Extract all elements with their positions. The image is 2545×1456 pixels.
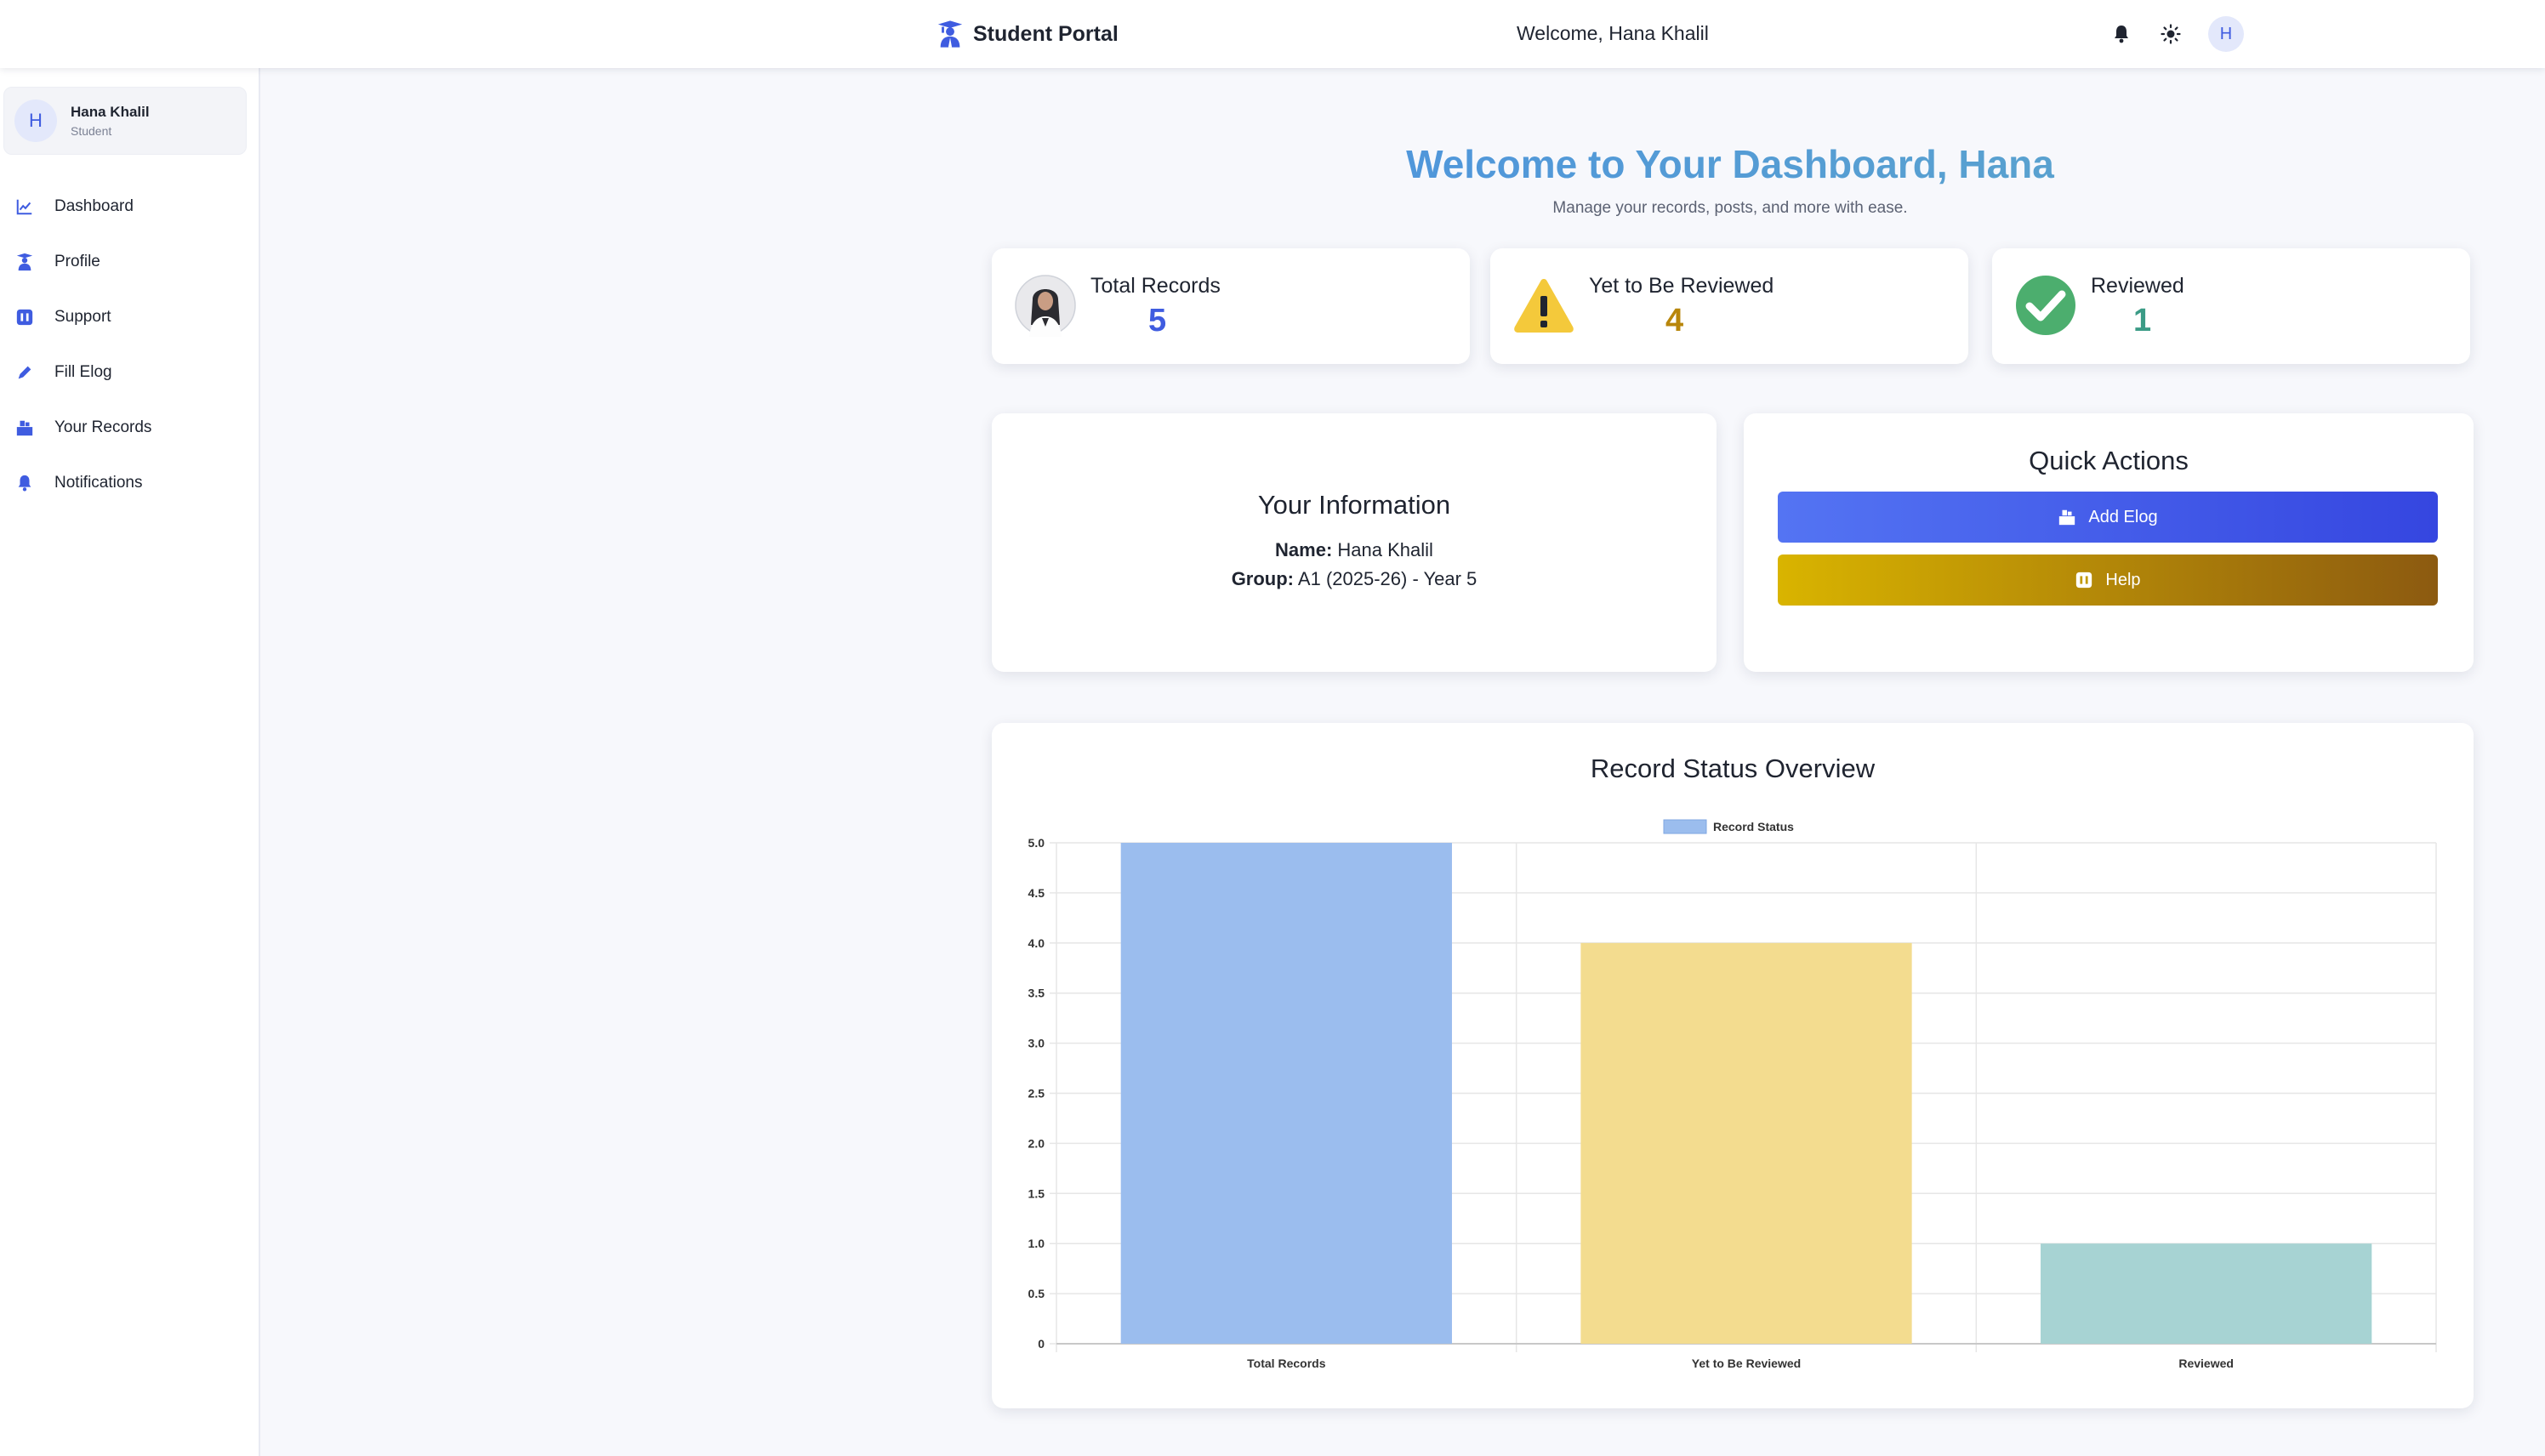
y-tick-label: 2.0 (1028, 1136, 1045, 1150)
chart-bar (1120, 843, 1452, 1344)
x-tick-label: Reviewed (2178, 1356, 2234, 1370)
support-icon (15, 308, 34, 327)
page-title: Welcome to Your Dashboard, Hana (987, 141, 2474, 187)
y-tick-label: 4.0 (1028, 936, 1045, 950)
sidebar: H Hana Khalil Student Dashboard Profile … (0, 68, 260, 1456)
sidebar-item-label: Profile (54, 252, 100, 270)
page-subtitle: Manage your records, posts, and more wit… (1552, 199, 1908, 217)
info-name-line: Name: Hana Khalil (992, 539, 1717, 561)
sidebar-item-label: Fill Elog (54, 362, 112, 381)
top-actions: H (2109, 15, 2244, 53)
sidebar-item-support[interactable]: Support (0, 289, 260, 344)
sidebar-item-notifications[interactable]: Notifications (0, 455, 260, 510)
stat-card-yet-to-be-reviewed: Yet to Be Reviewed 4 (1490, 248, 1968, 364)
name-value: Hana Khalil (1337, 539, 1433, 560)
y-tick-label: 1.5 (1028, 1186, 1045, 1200)
bell-icon (15, 474, 34, 492)
help-label: Help (2105, 570, 2141, 589)
pencil-icon (15, 363, 34, 382)
sidebar-item-your-records[interactable]: Your Records (0, 400, 260, 455)
y-tick-label: 0 (1038, 1337, 1045, 1351)
stat-label: Reviewed (2091, 274, 2184, 298)
welcome-text: Welcome, Hana Khalil (1517, 22, 1709, 44)
legend-label: Record Status (1713, 820, 1794, 833)
graduate-icon (937, 20, 963, 48)
stat-card-total-records: Total Records 5 (992, 248, 1470, 364)
graduate-icon (15, 253, 34, 271)
bell-icon[interactable] (2109, 22, 2133, 46)
group-label: Group: (1231, 568, 1295, 589)
add-elog-button[interactable]: Add Elog (1778, 492, 2438, 543)
chart-line-icon (15, 197, 34, 216)
sidebar-item-label: Your Records (54, 418, 152, 436)
sidebar-item-label: Dashboard (54, 196, 134, 215)
records-icon (15, 418, 34, 437)
records-icon (2059, 509, 2075, 526)
avatar: H (14, 100, 57, 142)
y-tick-label: 1.0 (1028, 1237, 1045, 1250)
stat-card-reviewed: Reviewed 1 (1992, 248, 2470, 364)
info-group-line: Group: A1 (2025-26) - Year 5 (992, 568, 1717, 590)
sidebar-item-fill-elog[interactable]: Fill Elog (0, 344, 260, 400)
check-circle-icon (2016, 276, 2075, 335)
sidebar-item-label: Notifications (54, 473, 143, 492)
sidebar-item-dashboard[interactable]: Dashboard (0, 179, 260, 234)
record-status-chart: 0 0.5 1.0 1.5 2.0 2.5 3.0 3.5 4.0 4.5 5.0 Total Rec… (1028, 819, 2437, 1370)
legend-swatch (1663, 819, 1707, 834)
sun-icon[interactable] (2159, 22, 2183, 46)
sidebar-item-label: Support (54, 307, 111, 326)
brand[interactable]: Student Portal (936, 19, 1119, 49)
support-icon (2076, 572, 2092, 589)
add-elog-label: Add Elog (2088, 507, 2158, 526)
y-tick-label: 4.5 (1028, 886, 1045, 900)
stat-value: 4 (1665, 303, 1684, 338)
name-label: Name: (1275, 539, 1333, 560)
stat-label: Yet to Be Reviewed (1589, 274, 1774, 298)
y-tick-label: 2.5 (1028, 1087, 1045, 1101)
brand-name: Student Portal (973, 21, 1119, 46)
user-card[interactable]: H Hana Khalil Student (3, 87, 247, 155)
chart-bar (1580, 942, 1912, 1344)
sidebar-nav: Dashboard Profile Support Fill Elog Your… (0, 179, 260, 510)
stat-value: 5 (1148, 303, 1167, 338)
y-tick-label: 5.0 (1028, 836, 1045, 850)
quick-actions-title: Quick Actions (2029, 446, 2189, 475)
x-tick-label: Yet to Be Reviewed (1692, 1356, 1801, 1370)
stat-label: Total Records (1090, 274, 1221, 298)
help-button[interactable]: Help (1778, 555, 2438, 606)
quick-actions-card: Quick Actions Add Elog Help (1744, 413, 2474, 672)
top-navbar: Student Portal Welcome, Hana Khalil H (0, 0, 2545, 68)
student-photo (1015, 275, 1076, 337)
chart-bar (2041, 1243, 2372, 1344)
user-role: Student (71, 124, 112, 138)
y-tick-label: 3.0 (1028, 1037, 1045, 1050)
user-avatar[interactable]: H (2208, 16, 2244, 52)
info-title: Your Information (1257, 490, 1451, 520)
sidebar-item-profile[interactable]: Profile (0, 234, 260, 289)
y-tick-label: 0.5 (1028, 1287, 1045, 1300)
group-value: A1 (2025-26) - Year 5 (1297, 568, 1477, 589)
y-tick-label: 3.5 (1028, 987, 1045, 1000)
stat-value: 1 (2133, 303, 2152, 338)
chart-card: Record Status Overview 0 0.5 1.0 1.5 2.0 2.5 3… (992, 723, 2474, 1408)
warning-icon (1514, 279, 1574, 333)
user-name: Hana Khalil (71, 104, 150, 120)
x-tick-label: Total Records (1247, 1356, 1326, 1370)
